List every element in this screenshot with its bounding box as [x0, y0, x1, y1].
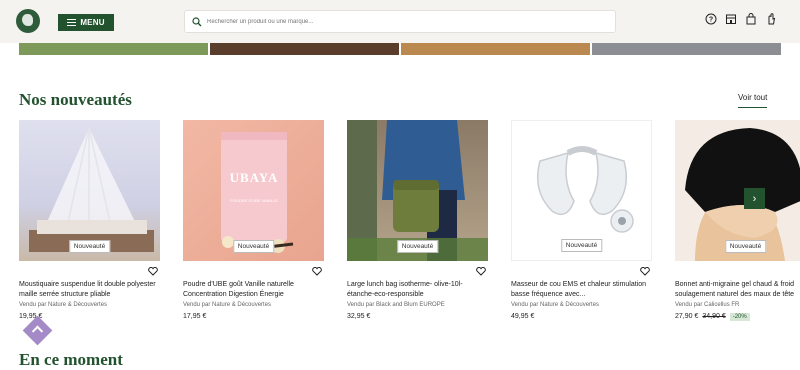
product-title[interactable]: Large lunch bag isotherme- olive-10l-éta… [347, 280, 488, 300]
wishlist-heart-icon[interactable] [312, 267, 322, 276]
price-old: 34,90 € [702, 313, 726, 320]
price-current: 27,90 € [675, 313, 699, 320]
discount-badge: -20% [729, 313, 750, 321]
pouch-brand-text: UBAYA [229, 170, 279, 185]
product-price: 32,95 € [347, 313, 370, 320]
product-image[interactable]: Nouveauté [19, 120, 160, 261]
menu-label: MENU [80, 18, 105, 27]
product-image[interactable]: Nouveauté [347, 120, 488, 261]
product-image[interactable]: UBAYA POUDRE D'UBE VANILLE Nouveauté [183, 120, 324, 261]
wishlist-heart-icon[interactable] [640, 267, 650, 276]
product-seller: Vendu par Nature & Découvertes [511, 302, 600, 308]
see-all-link[interactable]: Voir tout [738, 93, 768, 108]
scroll-to-top-button[interactable] [22, 315, 53, 346]
price-current: 32,95 € [347, 313, 371, 320]
banner-image[interactable] [592, 43, 781, 55]
product-title[interactable]: Poudre d'UBE goût Vanille naturelle Conc… [183, 280, 324, 300]
pouch-sub-text: POUDRE D'UBE VANILLE [230, 198, 278, 203]
search-icon [192, 17, 202, 27]
banner-image[interactable] [210, 43, 399, 55]
menu-button[interactable]: MENU [58, 14, 114, 31]
wishlist-heart-icon[interactable] [476, 267, 486, 276]
product-image[interactable]: Nouveauté [675, 120, 800, 261]
product-price: 49,95 € [511, 313, 534, 320]
brand-logo[interactable] [16, 9, 40, 33]
new-badge: Nouveauté [232, 240, 275, 253]
new-badge: Nouveauté [560, 239, 603, 252]
product-seller: Vendu par Black and Blum EUROPE [347, 302, 445, 308]
hand-icon[interactable] [765, 13, 777, 25]
product-title[interactable]: Masseur de cou EMS et chaleur stimulatio… [511, 280, 652, 300]
product-card[interactable]: Nouveauté Moustiquaire suspendue lit dou… [19, 120, 160, 320]
product-title[interactable]: Bonnet anti-migraine gel chaud & froid s… [675, 280, 800, 300]
new-badge: Nouveauté [68, 240, 111, 253]
product-price: 27,90 €34,90 € -20% [675, 313, 750, 321]
wishlist-heart-icon[interactable] [148, 267, 158, 276]
product-seller: Vendu par Nature & Découvertes [183, 302, 272, 308]
site-header: MENU ? [0, 0, 800, 43]
chevron-right-icon: › [752, 192, 757, 205]
product-seller: Vendu par Nature & Découvertes [19, 302, 108, 308]
product-card[interactable]: UBAYA POUDRE D'UBE VANILLE Nouveauté Pou… [183, 120, 324, 320]
search-input[interactable] [207, 15, 607, 29]
hamburger-icon [67, 19, 77, 26]
product-card[interactable]: Nouveauté Large lunch bag isotherme- oli… [347, 120, 488, 320]
product-card[interactable]: Nouveauté Bonnet anti-migraine gel chaud… [675, 120, 800, 321]
product-price: 17,95 € [183, 313, 206, 320]
price-current: 49,95 € [511, 313, 535, 320]
bag-icon[interactable] [745, 13, 757, 25]
product-title[interactable]: Moustiquaire suspendue lit double polyes… [19, 280, 160, 300]
section-title-moment: En ce moment [19, 350, 123, 369]
product-card[interactable]: Nouveauté Masseur de cou EMS et chaleur … [511, 120, 652, 320]
banner-image[interactable] [19, 43, 208, 55]
svg-text:?: ? [709, 17, 713, 24]
new-badge: Nouveauté [396, 240, 439, 253]
new-badge: Nouveauté [724, 240, 767, 253]
price-current: 17,95 € [183, 313, 207, 320]
product-image[interactable]: Nouveauté [511, 120, 652, 261]
search-bar[interactable] [184, 10, 616, 33]
carousel-next-button[interactable]: › [744, 188, 765, 209]
banner-image[interactable] [401, 43, 590, 55]
section-title-new: Nos nouveautés [19, 90, 132, 109]
store-icon[interactable] [725, 13, 737, 25]
product-seller: Vendu par Calicellus FR [675, 302, 740, 308]
help-icon[interactable]: ? [705, 13, 717, 25]
